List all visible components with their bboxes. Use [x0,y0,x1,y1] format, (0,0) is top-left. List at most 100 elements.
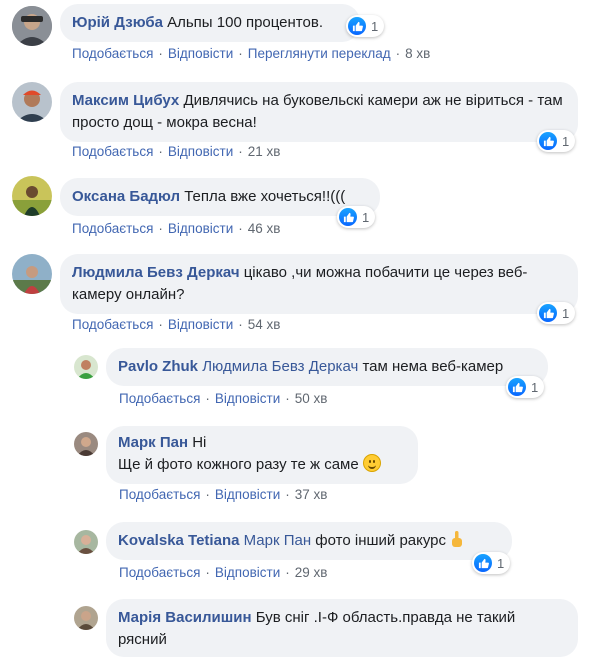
separator: · [238,46,243,61]
reply-bubble: Марк Пан Ні Ще й фото кожного разу те ж … [106,426,418,484]
comment-actions: Подобається · Відповісти · Переглянути перек… [72,46,430,61]
user-photo-icon [74,530,98,554]
like-link[interactable]: Подобається [72,221,153,236]
avatar[interactable] [12,254,52,294]
user-photo-icon [12,6,52,46]
separator: · [205,565,210,580]
reaction-number: 1 [562,305,570,321]
user-photo-icon [12,254,52,294]
comment-time[interactable]: 54 хв [248,317,281,332]
like-icon [539,132,557,150]
user-photo-icon [74,355,98,379]
reply-author[interactable]: Марк Пан [118,434,188,451]
separator: · [158,317,163,332]
reaction-number: 1 [497,555,505,571]
reply-author[interactable]: Kovalska Tetiana [118,532,239,549]
reaction-number: 1 [362,209,370,225]
reaction-number: 1 [371,18,379,34]
reaction-count[interactable]: 1 [472,552,511,574]
reaction-count[interactable]: 1 [537,130,576,152]
comment-bubble: Юрій Дзюба Альпы 100 процентов. [60,4,360,42]
reaction-count[interactable]: 1 [346,15,385,37]
avatar[interactable] [74,606,98,630]
comment-actions: Подобається · Відповісти · 54 хв [72,317,280,332]
reply-author[interactable]: Марія Василишин [118,609,252,626]
see-translation-link[interactable]: Переглянути переклад [248,46,391,61]
like-icon [539,304,557,322]
comment-author[interactable]: Юрій Дзюба [72,14,163,31]
like-icon [508,378,526,396]
avatar[interactable] [74,530,98,554]
reply-link[interactable]: Відповісти [168,221,233,236]
separator: · [285,391,290,406]
comment-bubble: Людмила Бевз Деркач цікаво ,чи можна поб… [60,254,578,314]
reply-link[interactable]: Відповісти [168,46,233,61]
reaction-count[interactable]: 1 [506,376,545,398]
separator: · [395,46,401,61]
reaction-count[interactable]: 1 [537,302,576,324]
like-link[interactable]: Подобається [72,46,153,61]
separator: · [238,317,243,332]
separator: · [205,487,210,502]
avatar[interactable] [12,176,52,216]
like-icon [474,554,492,572]
reply-link[interactable]: Відповісти [215,487,280,502]
comment-actions: Подобається · Відповісти · 46 хв [72,221,280,236]
reply-link[interactable]: Відповісти [168,144,233,159]
avatar[interactable] [12,6,52,46]
like-link[interactable]: Подобається [119,487,200,502]
comment-author[interactable]: Людмила Бевз Деркач [72,264,240,281]
comment-author[interactable]: Максим Цибух [72,92,179,109]
separator: · [238,144,243,159]
reply-link[interactable]: Відповісти [168,317,233,332]
like-icon [339,208,357,226]
reaction-number: 1 [531,379,539,395]
reply-link[interactable]: Відповісти [215,391,280,406]
like-link[interactable]: Подобається [119,391,200,406]
reply-text-line2: Ще й фото кожного разу те ж саме [118,456,359,473]
comment-author[interactable]: Оксана Бадюл [72,188,180,205]
reply-bubble: Kovalska Tetiana Марк Пан фото інший рак… [106,522,512,560]
avatar[interactable] [12,82,52,122]
reply-text: фото інший ракурс [315,532,447,549]
reply-text: там нема веб-камер [362,358,504,375]
like-link[interactable]: Подобається [72,144,153,159]
comment-bubble: Максим Цибух Дивлячись на буковельскі ка… [60,82,578,142]
reply-time[interactable]: 37 хв [295,487,328,502]
separator: · [158,46,163,61]
like-icon [348,17,366,35]
reply-actions: Подобається · Відповісти · 37 хв [119,487,327,502]
comment-text: Альпы 100 процентов. [167,14,323,31]
reaction-count[interactable]: 1 [337,206,376,228]
reply-actions: Подобається · Відповісти · 29 хв [119,565,327,580]
reply-author[interactable]: Pavlo Zhuk [118,358,198,375]
reply-actions: Подобається · Відповісти · 50 хв [119,391,327,406]
reply-time[interactable]: 29 хв [295,565,328,580]
comment-bubble: Оксана Бадюл Тепла вже хочеться!!((( [60,178,380,216]
reply-text-line1: Ні [192,434,207,451]
like-link[interactable]: Подобається [72,317,153,332]
like-link[interactable]: Подобається [119,565,200,580]
reply-link[interactable]: Відповісти [215,565,280,580]
separator: · [285,487,290,502]
reaction-number: 1 [562,133,570,149]
slightly-smiling-face-icon [362,454,381,472]
comment-actions: Подобається · Відповісти · 21 хв [72,144,280,159]
reply-time[interactable]: 50 хв [295,391,328,406]
user-photo-icon [12,82,52,122]
reply-mention[interactable]: Марк Пан [244,532,312,549]
comment-time[interactable]: 46 хв [248,221,281,236]
separator: · [158,144,163,159]
pointing-up-hand-icon [450,530,464,555]
avatar[interactable] [74,355,98,379]
user-photo-icon [12,176,52,216]
user-photo-icon [74,606,98,630]
reply-mention[interactable]: Людмила Бевз Деркач [202,358,358,375]
comment-time[interactable]: 21 хв [248,144,281,159]
user-photo-icon [74,432,98,456]
comment-text: Тепла вже хочеться!!((( [184,188,346,205]
separator: · [285,565,290,580]
avatar[interactable] [74,432,98,456]
comment-time[interactable]: 8 хв [405,46,430,61]
separator: · [158,221,163,236]
